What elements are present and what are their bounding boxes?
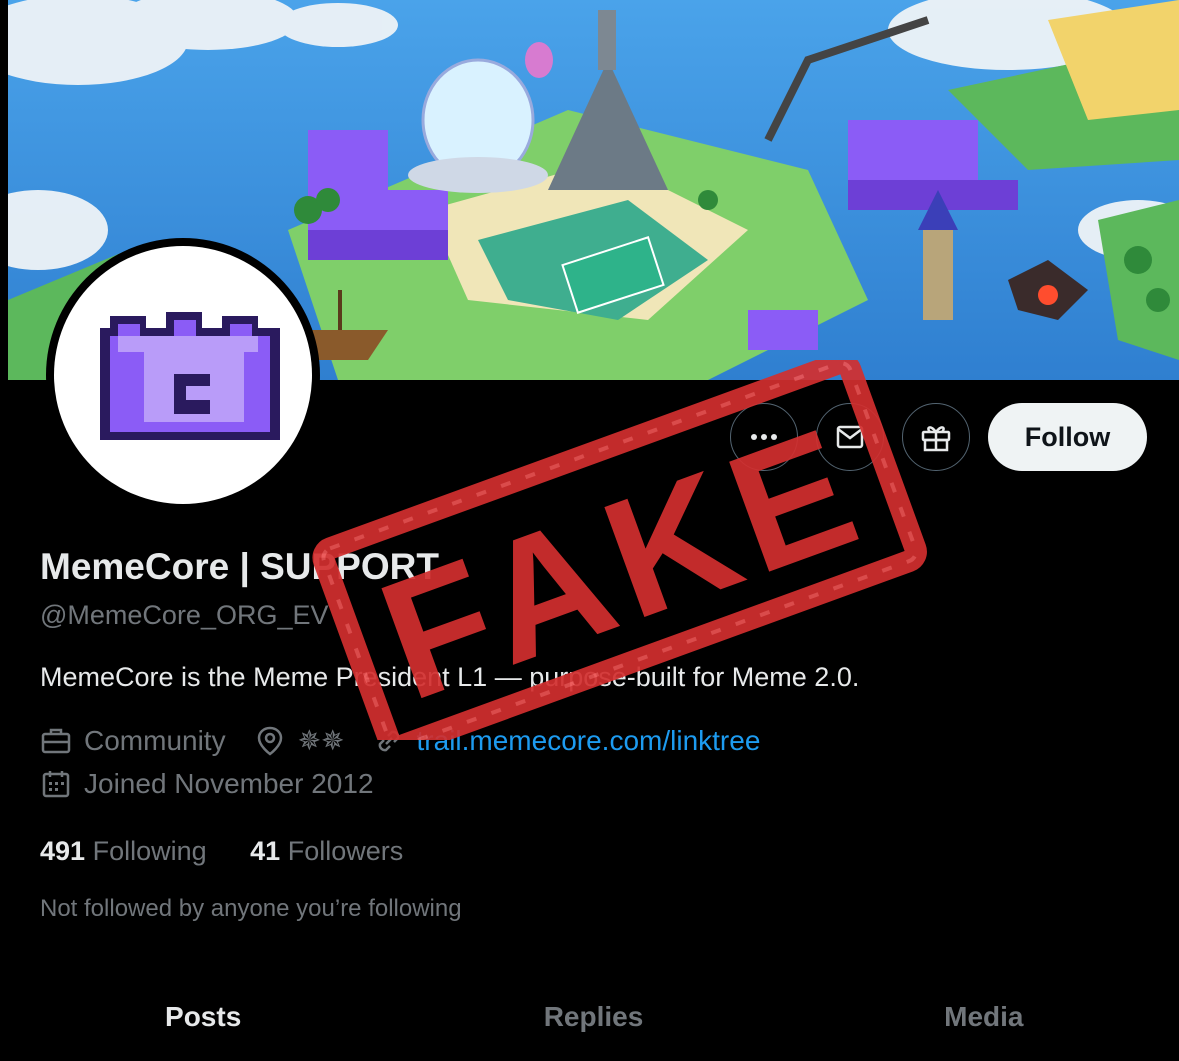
gift-icon xyxy=(921,426,951,452)
profile-bio: MemeCore is the Meme President L1 — purp… xyxy=(40,662,860,692)
followers-count: 41 xyxy=(250,836,281,866)
more-icon xyxy=(751,434,777,440)
joined-label: Joined November 2012 xyxy=(84,768,374,799)
followers-link[interactable]: 41 Followers xyxy=(250,836,403,866)
gift-button[interactable] xyxy=(902,403,970,471)
calendar-icon xyxy=(40,768,72,800)
profile-meta-row: Community ✵✵ trail.memecore.com/linktree xyxy=(40,724,788,757)
profile-joined-row: Joined November 2012 xyxy=(40,768,402,800)
briefcase-icon xyxy=(40,725,72,757)
avatar-image xyxy=(54,246,312,504)
follow-counts: 491 Following 41 Followers xyxy=(40,836,403,867)
followers-label: Followers xyxy=(287,836,404,866)
category-item: Community xyxy=(40,725,226,757)
website-item[interactable]: trail.memecore.com/linktree xyxy=(373,725,761,757)
message-icon xyxy=(836,425,864,449)
user-handle: @MemeCore_ORG_EV xyxy=(40,600,329,630)
more-button[interactable] xyxy=(730,403,798,471)
tab-posts[interactable]: Posts xyxy=(8,985,398,1049)
profile-tabs: Posts Replies Media xyxy=(8,985,1179,1049)
display-name: MemeCore | SUPPORT xyxy=(40,546,439,587)
profile-page: Follow MemeCore | SUPPORT @MemeCore_ORG_… xyxy=(8,0,1179,1061)
joined-item: Joined November 2012 xyxy=(40,768,374,800)
following-count: 491 xyxy=(40,836,86,866)
link-icon xyxy=(373,725,405,757)
tab-replies[interactable]: Replies xyxy=(398,985,788,1049)
tab-media[interactable]: Media xyxy=(789,985,1179,1049)
location-item: ✵✵ xyxy=(254,724,345,757)
following-label: Following xyxy=(92,836,207,866)
memecore-crown-logo xyxy=(100,312,280,440)
website-link[interactable]: trail.memecore.com/linktree xyxy=(417,725,761,757)
message-button[interactable] xyxy=(816,403,884,471)
category-label: Community xyxy=(84,724,226,756)
location-pin-icon xyxy=(254,725,286,757)
not-followed-notice: Not followed by anyone you’re following xyxy=(40,895,462,922)
follow-button[interactable]: Follow xyxy=(988,403,1147,471)
avatar[interactable] xyxy=(46,238,320,512)
following-link[interactable]: 491 Following xyxy=(40,836,214,866)
location-label: ✵✵ xyxy=(297,725,345,756)
